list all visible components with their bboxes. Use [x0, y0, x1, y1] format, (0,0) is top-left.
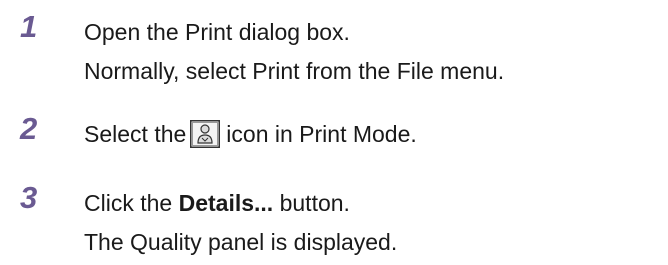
step-3-suffix: button. — [279, 190, 350, 216]
step-text: Open the Print dialog box. Normally, sel… — [84, 13, 504, 91]
step-2-suffix: icon in Print Mode. — [226, 121, 417, 147]
step-2-line-1: Select the icon in Print Mode. — [84, 115, 417, 154]
step-text: Click the Details... button. The Quality… — [84, 184, 397, 262]
step-number: 2 — [20, 111, 38, 146]
step-number: 3 — [20, 180, 38, 215]
details-button-label: Details... — [178, 190, 274, 216]
step-text: Select the icon in Print Mode. — [84, 115, 417, 154]
print-mode-person-icon — [190, 120, 221, 160]
step-3-line-1: Click the Details... button. — [84, 184, 397, 223]
step-3-line-2: The Quality panel is displayed. — [84, 229, 398, 255]
step-1-line-2: Normally, select Print from the File men… — [84, 58, 505, 84]
step-1-line-1: Open the Print dialog box. — [84, 19, 350, 45]
step-3-prefix: Click the — [84, 190, 173, 216]
step-2-prefix: Select the — [84, 121, 187, 147]
step-number: 1 — [20, 9, 38, 44]
